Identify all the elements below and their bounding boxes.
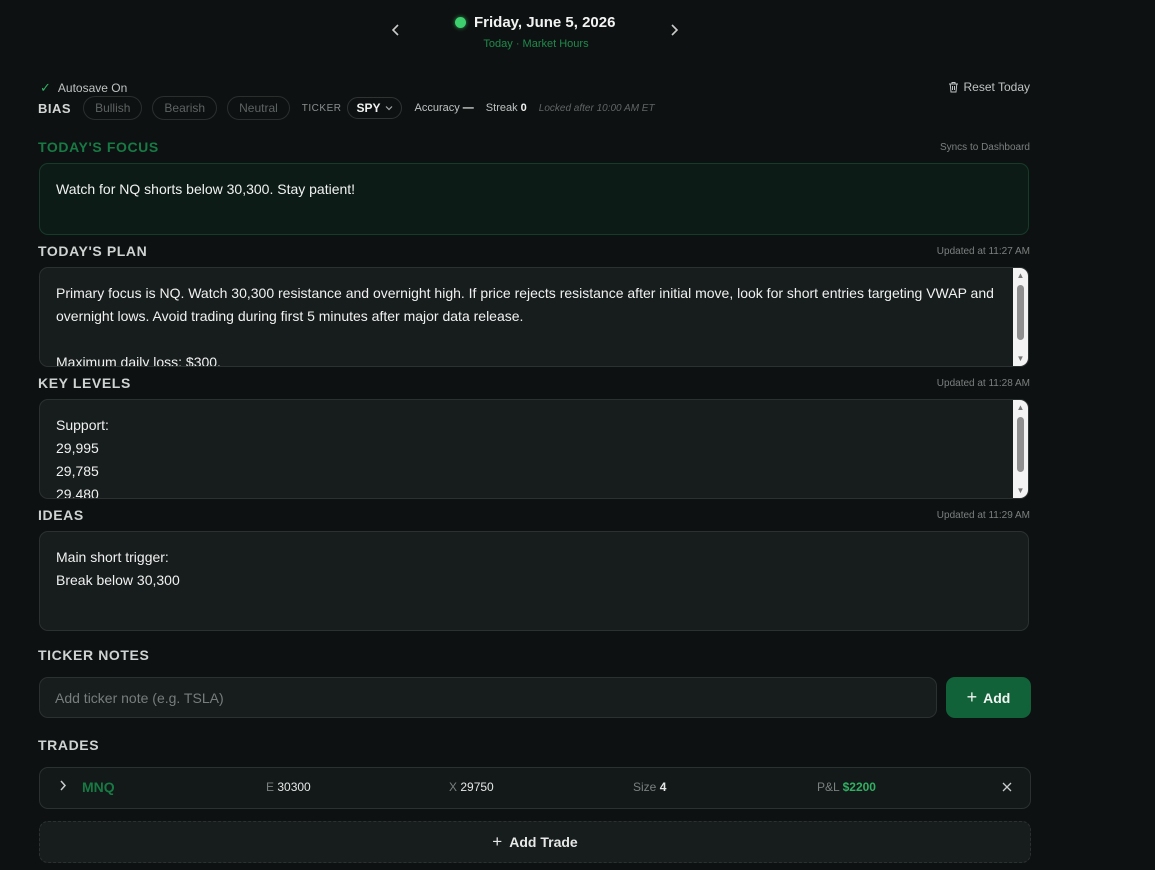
chevron-right-icon [671,24,679,36]
plan-title: TODAY'S PLAN [38,243,148,259]
plan-scrollbar[interactable]: ▲ ▼ [1013,268,1028,366]
chevron-left-icon [391,24,399,36]
trash-icon [948,82,958,93]
trade-row[interactable]: MNQ E 30300 X 29750 Size 4 P&L $2200 [39,767,1031,809]
plan-textarea[interactable]: Primary focus is NQ. Watch 30,300 resist… [39,267,1029,367]
autosave-status: ✓ Autosave On [40,80,127,96]
trade-size-label: Size [633,780,657,794]
ideas-text: Main short trigger: Break below 30,300 [56,549,180,588]
bias-label: BIAS [38,100,72,116]
ticker-note-input[interactable] [39,677,937,718]
focus-textarea[interactable]: Watch for NQ shorts below 30,300. Stay p… [39,163,1029,235]
ideas-textarea[interactable]: Main short trigger: Break below 30,300 [39,531,1029,631]
trades-title: TRADES [38,737,100,753]
next-day-button[interactable] [664,22,684,42]
delete-trade-button[interactable] [1002,779,1012,795]
page-title: Friday, June 5, 2026 [474,13,616,31]
plus-icon: + [966,687,978,707]
trade-size-value: 4 [659,780,667,794]
levels-meta: Updated at 11:28 AM [936,378,1030,389]
locked-note: Locked after 10:00 AM ET [538,102,655,114]
autosave-label: Autosave On [57,81,128,95]
ticker-label: TICKER [301,102,342,114]
ideas-meta: Updated at 11:29 AM [936,510,1030,521]
ticker-select[interactable]: SPY [347,97,403,119]
trade-exit-label: X [449,780,458,794]
levels-title: KEY LEVELS [38,375,131,391]
levels-scroll-thumb[interactable] [1017,417,1024,472]
reset-today-button[interactable]: Reset Today [948,80,1031,94]
bias-toolbar: BIAS Bullish Bearish Neutral TICKER SPY … [38,96,655,120]
add-ticker-note-label: Add [983,689,1011,706]
trade-entry: E 30300 [266,780,311,794]
accuracy-label: Accuracy [414,102,460,114]
scroll-down-icon[interactable]: ▼ [1013,484,1028,497]
trade-entry-label: E [266,780,275,794]
reset-today-label: Reset Today [963,80,1031,94]
chevron-down-icon [386,106,393,111]
close-icon [1002,782,1012,792]
plan-scroll-thumb[interactable] [1017,285,1024,340]
accuracy-value: — [462,102,474,114]
focus-title: TODAY'S FOCUS [38,139,159,155]
accuracy-stat: Accuracy — [414,102,473,114]
scroll-up-icon[interactable]: ▲ [1013,401,1028,414]
plan-meta: Updated at 11:27 AM [936,246,1030,257]
focus-text: Watch for NQ shorts below 30,300. Stay p… [56,181,356,197]
trade-pnl: P&L $2200 [817,780,876,794]
date-header: Friday, June 5, 2026 [455,12,615,32]
bias-bearish-button[interactable]: Bearish [152,96,218,120]
ticker-value: SPY [356,101,381,115]
scroll-down-icon[interactable]: ▼ [1013,352,1028,365]
focus-meta: Syncs to Dashboard [939,142,1030,153]
add-trade-label: Add Trade [509,834,578,850]
bias-neutral-button[interactable]: Neutral [227,96,290,120]
trade-exit: X 29750 [449,780,494,794]
check-icon: ✓ [40,80,51,95]
levels-scrollbar[interactable]: ▲ ▼ [1013,400,1028,498]
status-dot [455,16,466,28]
plus-icon: + [492,832,503,851]
ticker-notes-title: TICKER NOTES [38,647,150,663]
scroll-up-icon[interactable]: ▲ [1013,269,1028,282]
trade-pnl-label: P&L [817,780,840,794]
date-subtitle: Today · Market Hours [483,38,589,50]
trade-size: Size 4 [633,780,666,794]
add-ticker-note-button[interactable]: + Add [946,677,1031,718]
trade-exit-value: 29750 [460,780,494,794]
ideas-title: IDEAS [38,507,84,523]
plan-text: Primary focus is NQ. Watch 30,300 resist… [56,285,994,367]
bias-bullish-button[interactable]: Bullish [83,96,143,120]
trade-symbol: MNQ [82,779,115,795]
trade-pnl-value: $2200 [842,780,876,794]
streak-stat: Streak 0 [486,102,527,114]
streak-label: Streak [485,102,518,114]
streak-value: 0 [520,102,527,114]
add-trade-button[interactable]: + Add Trade [39,821,1031,863]
prev-day-button[interactable] [386,22,406,42]
levels-textarea[interactable]: Support: 29,995 29,785 29,480 ▲ ▼ [39,399,1029,499]
trade-entry-value: 30300 [277,780,311,794]
levels-text: Support: 29,995 29,785 29,480 [56,417,109,499]
chevron-right-icon[interactable] [59,779,67,794]
